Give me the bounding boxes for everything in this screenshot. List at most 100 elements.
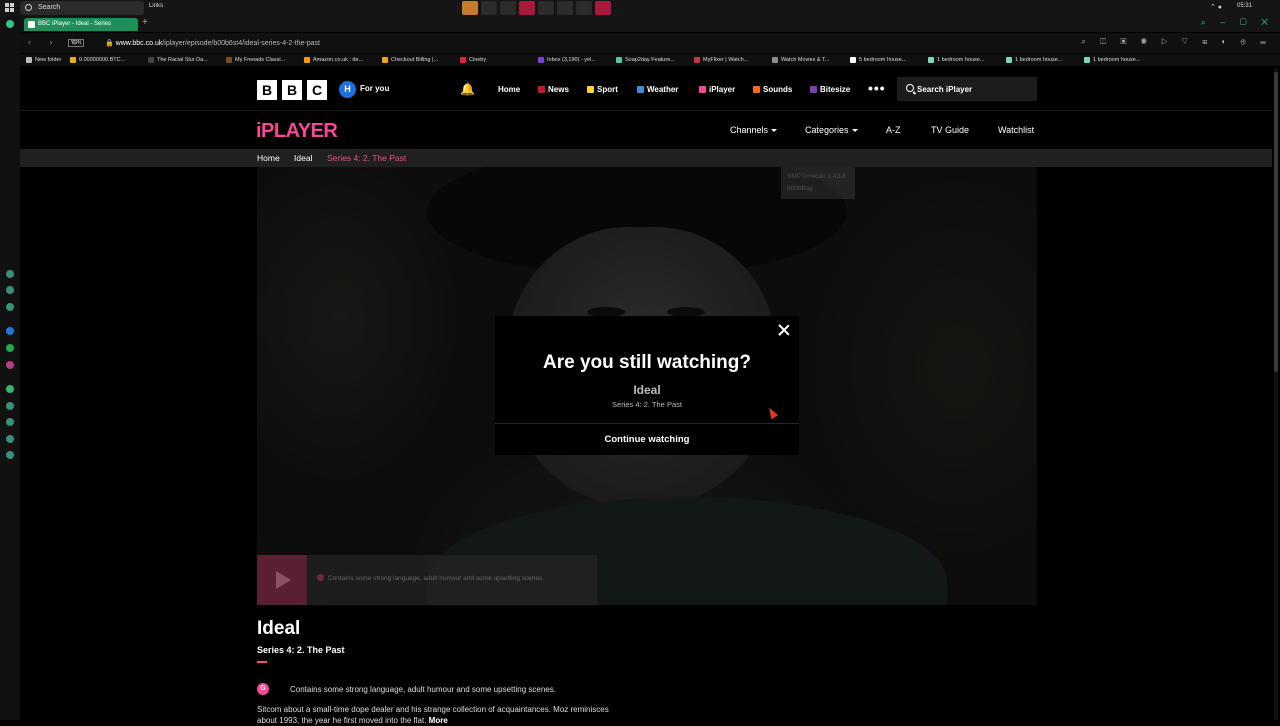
bookmarks-bar: New folder 0.00000000 BTC... The Racial Sl…	[20, 54, 1280, 66]
bookmark-favicon-icon	[538, 57, 544, 63]
bookmark-label: MyFlixer | Watch...	[703, 57, 749, 63]
more-menu-icon[interactable]: •••	[868, 80, 886, 96]
bookmark-label: Watch Movies & T...	[781, 57, 830, 63]
browser-toolbar-icons[interactable]: ⌕ ◫ ▣ ◉ ▷ ♡ ⊞ ◐ ⊕ ☰	[1081, 37, 1272, 47]
sidebar-app-icon[interactable]	[6, 286, 14, 294]
sidebar-app-icon[interactable]	[6, 303, 14, 311]
address-bar: ‹ › ↻ VPN 🔒 www.bbc.co.uk/iplayer/episod…	[20, 33, 1280, 53]
browser-tab-active[interactable]: BBC iPlayer - Ideal - Series	[24, 18, 138, 31]
window-controls[interactable]: ⌕ – ▢ ✕	[1201, 17, 1274, 28]
taskbar-links[interactable]: Links	[149, 3, 163, 9]
bookmark-item[interactable]: Inbox (3,190) - yel...	[532, 54, 610, 66]
play-button[interactable]	[257, 555, 307, 605]
synopsis-more-link[interactable]: More	[429, 716, 448, 725]
taskbar-app-icon[interactable]	[481, 1, 497, 15]
news-icon	[538, 86, 545, 93]
bookmark-favicon-icon	[70, 57, 76, 63]
nav-sounds-label: Sounds	[763, 85, 793, 94]
history-icon[interactable]	[6, 402, 14, 410]
categories-dropdown[interactable]: Categories	[805, 125, 858, 135]
bookmark-label: 1 bedroom house...	[937, 57, 985, 63]
nav-bitesize[interactable]: Bitesize	[810, 85, 850, 94]
dialog-episode: Series 4: 2. The Past	[612, 400, 682, 409]
taskbar-app-icon[interactable]	[519, 1, 535, 15]
taskbar-apps	[462, 1, 611, 15]
bookmark-item[interactable]: Checkout Billing |...	[376, 54, 454, 66]
bookmark-label: Checkout Billing |...	[391, 57, 438, 63]
bookmark-item[interactable]: 0.00000000 BTC...	[64, 54, 142, 66]
bookmark-item[interactable]: New folder	[20, 54, 64, 66]
close-icon[interactable]	[778, 324, 790, 336]
bookmark-item[interactable]: MyFlixer | Watch...	[688, 54, 766, 66]
taskbar-app-icon[interactable]	[500, 1, 516, 15]
instagram-icon[interactable]	[6, 361, 14, 369]
bbc-logo-block[interactable]: B	[282, 80, 302, 100]
nav-home[interactable]: Home	[498, 85, 520, 94]
taskbar-app-icon[interactable]	[595, 1, 611, 15]
page-scrollbar[interactable]	[1274, 68, 1278, 720]
nav-news[interactable]: News	[538, 85, 569, 94]
settings-icon[interactable]	[6, 451, 14, 459]
iplayer-icon	[699, 86, 706, 93]
sidebar-app-icon[interactable]	[6, 385, 14, 393]
taskbar-clock[interactable]: 05:31	[1237, 3, 1252, 9]
continue-watching-button[interactable]: Continue watching	[495, 424, 799, 455]
chevron-down-icon	[851, 129, 858, 133]
scrollbar-thumb[interactable]	[1274, 72, 1278, 372]
bookmark-favicon-icon	[1006, 57, 1012, 63]
notifications-bell-icon[interactable]: 🔔	[460, 82, 475, 96]
sidebar-app-icon[interactable]	[6, 435, 14, 443]
nav-iplayer[interactable]: iPlayer	[699, 85, 735, 94]
opera-logo-icon[interactable]	[6, 20, 14, 28]
taskbar-app-icon[interactable]	[538, 1, 554, 15]
tray-icons[interactable]: ⌃ ●	[1210, 3, 1222, 11]
bookmark-item[interactable]: 1 bedroom house...	[922, 54, 1000, 66]
watchlist-link[interactable]: Watchlist	[998, 125, 1034, 135]
bookmark-item[interactable]: Watch Movies & T...	[766, 54, 844, 66]
whatsapp-icon[interactable]	[6, 344, 14, 352]
bookmark-label: New folder	[35, 57, 62, 63]
bookmark-favicon-icon	[148, 57, 154, 63]
for-you-link[interactable]: For you	[360, 84, 389, 93]
tv-guide-link[interactable]: TV Guide	[931, 125, 969, 135]
bookmark-item[interactable]: The Racial Slur Da...	[142, 54, 220, 66]
bookmark-item[interactable]: Soap2day Feature...	[610, 54, 688, 66]
account-avatar[interactable]: H	[339, 81, 356, 98]
nav-sounds[interactable]: Sounds	[753, 85, 792, 94]
bbc-logo-block[interactable]: B	[257, 80, 277, 100]
taskbar-app-icon[interactable]	[462, 1, 478, 15]
url-field[interactable]: 🔒 www.bbc.co.uk/iplayer/episode/b00b6st4…	[105, 39, 320, 47]
nav-weather[interactable]: Weather	[637, 85, 678, 94]
bookmark-label: 1 bedroom house...	[1015, 57, 1063, 63]
messenger-icon[interactable]	[6, 327, 14, 335]
downloads-icon[interactable]	[6, 418, 14, 426]
bookmark-item[interactable]: 5 bedroom house...	[844, 54, 922, 66]
bookmark-item[interactable]: Cineby	[454, 54, 532, 66]
taskbar-search[interactable]: Search	[20, 1, 144, 15]
new-tab-icon[interactable]: +	[142, 17, 148, 28]
bookmark-item[interactable]: 1 bedroom house...	[1000, 54, 1078, 66]
windows-start-icon[interactable]	[5, 3, 15, 13]
nav-home-label: Home	[498, 85, 521, 94]
a-z-link[interactable]: A-Z	[886, 125, 901, 135]
breadcrumb-home[interactable]: Home	[257, 153, 280, 163]
taskbar-app-icon[interactable]	[576, 1, 592, 15]
bookmark-label: 5 bedroom house...	[859, 57, 907, 63]
taskbar-app-icon[interactable]	[557, 1, 573, 15]
nav-sport[interactable]: Sport	[587, 85, 618, 94]
breadcrumb: Home Ideal Series 4: 2. The Past	[20, 149, 1272, 167]
bbc-logo-block[interactable]: C	[307, 80, 327, 100]
breadcrumb-show[interactable]: Ideal	[294, 153, 312, 163]
browser-tab-bar: BBC iPlayer - Ideal - Series + ⌕ – ▢ ✕	[20, 16, 1280, 32]
vpn-badge[interactable]: VPN	[68, 39, 85, 47]
iplayer-logo[interactable]: iPLAYER	[256, 120, 338, 143]
channels-dropdown[interactable]: Channels	[730, 125, 778, 135]
sidebar-app-icon[interactable]	[6, 270, 14, 278]
episode-show-title: Ideal	[257, 618, 301, 639]
bookmark-item[interactable]: 1 bedroom house...	[1078, 54, 1156, 66]
search-input[interactable]	[917, 82, 1027, 96]
search-box[interactable]	[897, 77, 1037, 101]
bookmark-item[interactable]: My Freeads Classi...	[220, 54, 298, 66]
bookmark-item[interactable]: Amazon.co.uk : de...	[298, 54, 376, 66]
weather-icon	[637, 86, 644, 93]
